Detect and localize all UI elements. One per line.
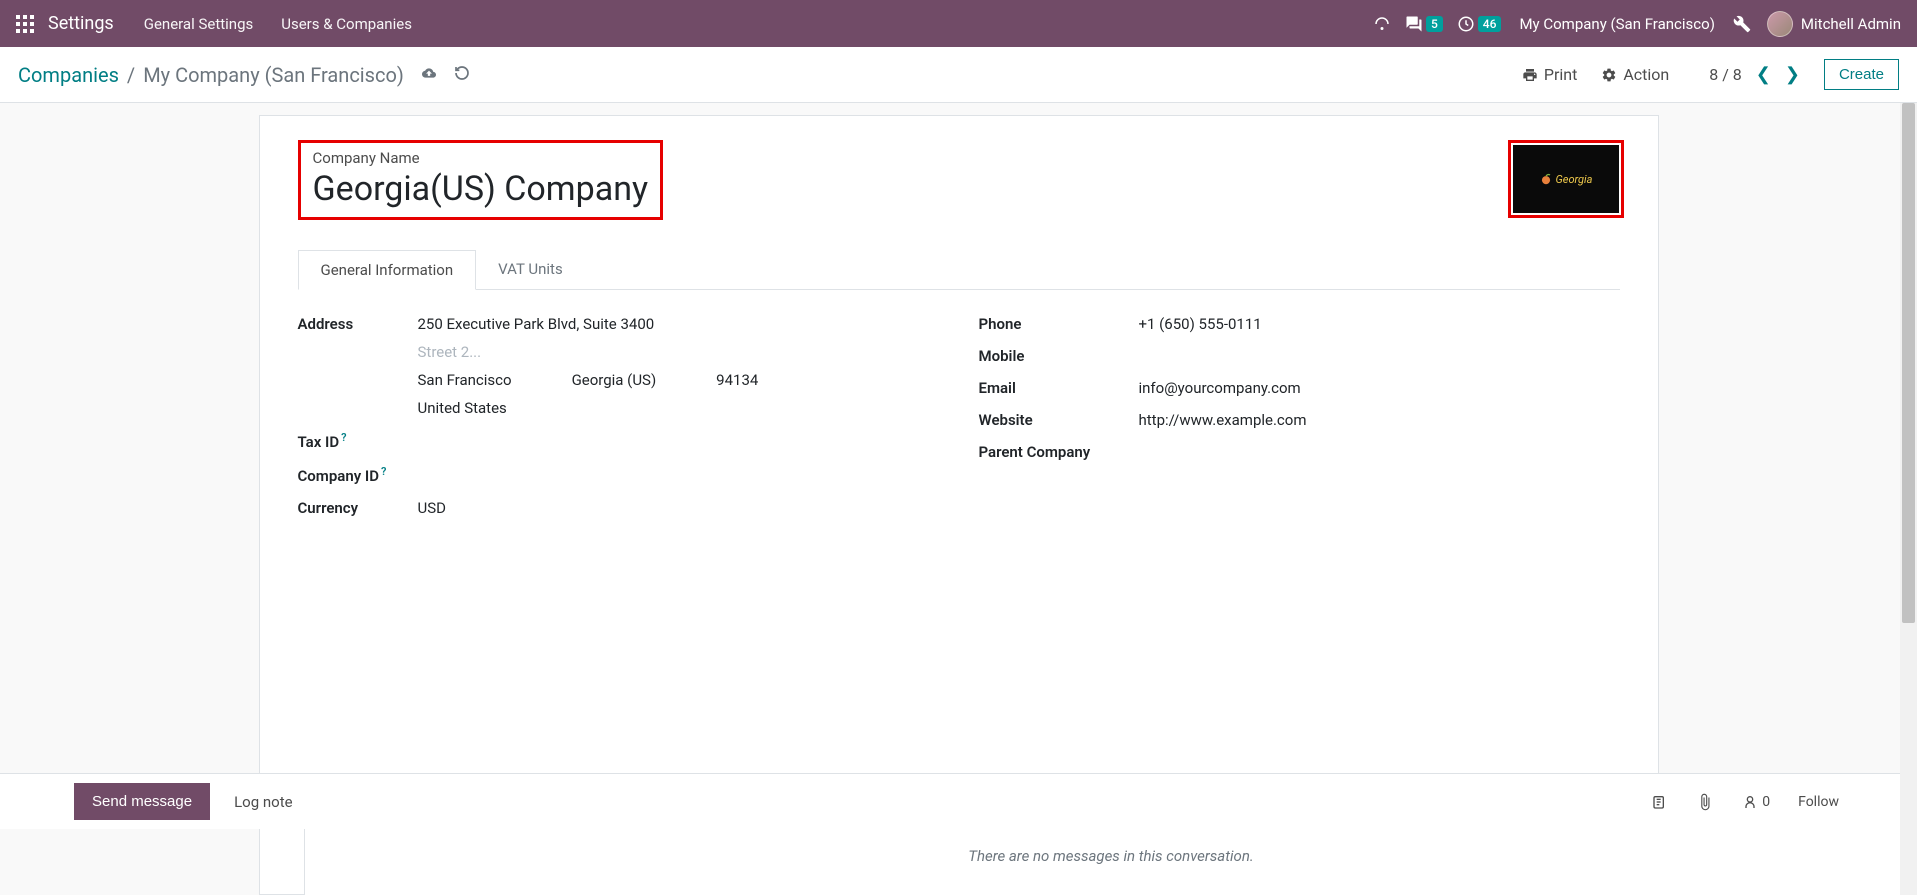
street-field[interactable]: 250 Executive Park Blvd, Suite 3400: [418, 315, 939, 333]
currency-field[interactable]: USD: [418, 499, 939, 517]
nav-general-settings[interactable]: General Settings: [144, 15, 254, 33]
messages-icon[interactable]: 5: [1405, 15, 1443, 33]
right-column: Phone +1 (650) 555-0111 Mobile Email inf…: [979, 308, 1620, 524]
chatter-empty-message: There are no messages in this conversati…: [304, 829, 1917, 895]
city-field[interactable]: San Francisco: [418, 371, 512, 389]
help-icon[interactable]: ?: [381, 465, 386, 478]
website-label: Website: [979, 411, 1139, 429]
send-message-button[interactable]: Send message: [74, 783, 210, 820]
email-label: Email: [979, 379, 1139, 397]
app-brand[interactable]: Settings: [48, 13, 114, 34]
tab-general-information[interactable]: General Information: [298, 250, 477, 290]
parent-company-label: Parent Company: [979, 443, 1139, 461]
attachments-list-icon[interactable]: [1652, 794, 1668, 810]
tab-vat-units[interactable]: VAT Units: [476, 250, 585, 289]
street2-field[interactable]: Street 2...: [418, 343, 939, 361]
cloud-upload-icon[interactable]: [420, 66, 438, 84]
tabs: General Information VAT Units: [298, 250, 1620, 290]
breadcrumb-root[interactable]: Companies: [18, 63, 119, 87]
company-switcher[interactable]: My Company (San Francisco): [1519, 15, 1714, 33]
pager-next-icon[interactable]: ❯: [1785, 64, 1800, 85]
mobile-label: Mobile: [979, 347, 1139, 365]
apps-icon[interactable]: [16, 15, 34, 33]
nav-users-companies[interactable]: Users & Companies: [281, 15, 412, 33]
company-name-field[interactable]: Company Name Georgia(US) Company: [298, 140, 664, 220]
company-logo[interactable]: Georgia: [1508, 140, 1624, 218]
left-column: Address 250 Executive Park Blvd, Suite 3…: [298, 308, 939, 524]
breadcrumb: Companies / My Company (San Francisco): [18, 63, 404, 87]
activities-badge: 46: [1478, 16, 1502, 32]
company-name-value: Georgia(US) Company: [313, 169, 649, 209]
follow-button[interactable]: Follow: [1798, 794, 1839, 810]
discard-icon[interactable]: [454, 65, 470, 85]
network-icon[interactable]: [1373, 15, 1391, 33]
attachment-icon[interactable]: [1696, 793, 1714, 811]
company-id-label: Company ID?: [298, 465, 418, 485]
activities-icon[interactable]: 46: [1457, 15, 1502, 33]
pager: 8 / 8 ❮ ❯: [1709, 64, 1800, 85]
zip-field[interactable]: 94134: [716, 371, 758, 389]
create-button[interactable]: Create: [1824, 59, 1899, 90]
pager-text[interactable]: 8 / 8: [1709, 65, 1742, 84]
phone-label: Phone: [979, 315, 1139, 333]
country-field[interactable]: United States: [418, 399, 939, 417]
user-name[interactable]: Mitchell Admin: [1801, 15, 1901, 33]
top-navbar: Settings General Settings Users & Compan…: [0, 0, 1917, 47]
debug-icon[interactable]: [1733, 15, 1751, 33]
help-icon[interactable]: ?: [341, 431, 346, 444]
company-name-label: Company Name: [313, 149, 649, 167]
print-button[interactable]: Print: [1522, 65, 1577, 84]
address-label: Address: [298, 315, 418, 333]
log-note-button[interactable]: Log note: [234, 793, 292, 811]
tax-id-label: Tax ID?: [298, 431, 418, 451]
messages-badge: 5: [1426, 16, 1443, 32]
action-button[interactable]: Action: [1601, 65, 1669, 84]
chatter: Send message Log note 0 Follow There are…: [0, 773, 1917, 895]
control-bar: Companies / My Company (San Francisco) P…: [0, 47, 1917, 103]
pager-prev-icon[interactable]: ❮: [1756, 64, 1771, 85]
followers-count[interactable]: 0: [1742, 794, 1770, 810]
website-field[interactable]: http://www.example.com: [1139, 411, 1620, 429]
scrollbar[interactable]: [1900, 103, 1917, 895]
state-field[interactable]: Georgia (US): [572, 371, 657, 389]
currency-label: Currency: [298, 499, 418, 517]
email-field[interactable]: info@yourcompany.com: [1139, 379, 1620, 397]
user-avatar[interactable]: [1767, 11, 1793, 37]
breadcrumb-current: My Company (San Francisco): [143, 63, 404, 87]
phone-field[interactable]: +1 (650) 555-0111: [1139, 315, 1620, 333]
